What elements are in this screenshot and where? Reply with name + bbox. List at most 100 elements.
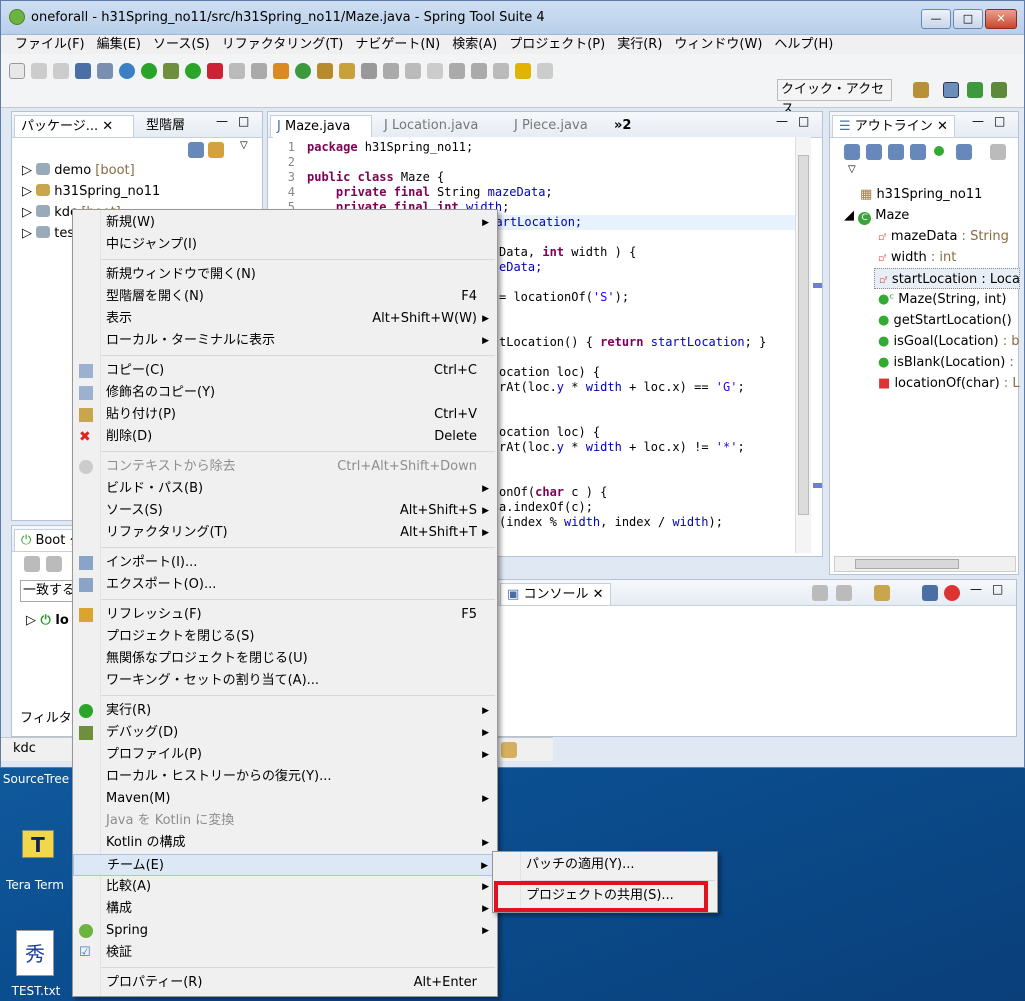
menu-item-refactor[interactable]: リファクタリング(T) Alt+Shift+T ▶ bbox=[73, 522, 497, 544]
menu-item-show-in[interactable]: 表示 Alt+Shift+W(W) ▶ bbox=[73, 308, 497, 330]
maximize-view-icon[interactable]: □ bbox=[238, 114, 249, 128]
tab-maze-java[interactable]: J Maze.java ✕ bbox=[270, 115, 372, 156]
java-perspective-icon[interactable] bbox=[943, 82, 959, 98]
menu-file[interactable]: ファイル(F) bbox=[9, 35, 91, 54]
link-editor-icon[interactable] bbox=[208, 142, 224, 158]
menu-item-debug[interactable]: デバッグ(D) ▶ bbox=[73, 722, 497, 744]
close-button[interactable]: ✕ bbox=[985, 9, 1017, 29]
display-console-icon[interactable] bbox=[836, 585, 852, 601]
close-icon[interactable]: ✕ bbox=[937, 119, 948, 134]
debug-perspective-icon[interactable] bbox=[967, 82, 983, 98]
editor-scrollbar[interactable] bbox=[795, 137, 811, 553]
menu-item-show-in-terminal[interactable]: ローカル・ターミナルに表示 ▶ bbox=[73, 330, 497, 352]
toggle-mark-icon[interactable] bbox=[405, 63, 421, 79]
menu-item-open-type-hierarchy[interactable]: 型階層を開く(N) F4 bbox=[73, 286, 497, 308]
debug-icon[interactable] bbox=[163, 63, 179, 79]
start-icon[interactable] bbox=[24, 556, 40, 572]
menu-navigate[interactable]: ナビゲート(N) bbox=[349, 35, 446, 54]
open-console-icon[interactable] bbox=[874, 585, 890, 601]
menu-refactor[interactable]: リファクタリング(T) bbox=[216, 35, 350, 54]
spring-perspective-icon[interactable] bbox=[991, 82, 1007, 98]
sort-icon[interactable] bbox=[866, 144, 882, 160]
close-icon[interactable]: ✕ bbox=[593, 587, 604, 602]
new-class-icon[interactable] bbox=[295, 63, 311, 79]
scrollbar-thumb[interactable] bbox=[855, 559, 959, 569]
menu-item-configure[interactable]: 構成 ▶ bbox=[73, 898, 497, 920]
tab-location-java[interactable]: J Location.java bbox=[378, 115, 484, 137]
tree-item-tes[interactable]: ▷ tes bbox=[22, 223, 74, 244]
scroll-lock-icon[interactable] bbox=[944, 585, 960, 601]
tab-piece-java[interactable]: J Piece.java bbox=[508, 115, 594, 137]
open-perspective-icon[interactable] bbox=[913, 82, 929, 98]
overview-ruler-marker[interactable] bbox=[813, 483, 822, 488]
save-icon[interactable] bbox=[31, 63, 47, 79]
collapse-all-icon[interactable] bbox=[844, 144, 860, 160]
menu-item-apply-patch[interactable]: パッチの適用(Y)... bbox=[493, 854, 717, 876]
outline-method[interactable]: ■ locationOf(char) : L bbox=[878, 373, 1020, 394]
scrollbar-thumb[interactable] bbox=[798, 155, 809, 515]
menu-item-refresh[interactable]: リフレッシュ(F) F5 bbox=[73, 604, 497, 626]
menu-item-build-path[interactable]: ビルド・パス(B) ▶ bbox=[73, 478, 497, 500]
new-java-project-icon[interactable] bbox=[273, 63, 289, 79]
hide-fields-icon[interactable] bbox=[888, 144, 904, 160]
hide-static-icon[interactable] bbox=[910, 144, 926, 160]
menu-item-export[interactable]: エクスポート(O)... bbox=[73, 574, 497, 596]
view-menu-icon[interactable]: ▽ bbox=[240, 140, 248, 151]
outline-method[interactable]: ● isBlank(Location) : bbox=[878, 352, 1014, 373]
menu-item-new[interactable]: 新規(W) ▶ bbox=[73, 212, 497, 234]
menu-item-restore-history[interactable]: ローカル・ヒストリーからの復元(Y)... bbox=[73, 766, 497, 788]
terminal-icon[interactable] bbox=[75, 63, 91, 79]
external-tools-icon[interactable] bbox=[207, 63, 223, 79]
outline-class[interactable]: ◢ C Maze bbox=[844, 205, 909, 226]
outline-method[interactable]: ● isGoal(Location) : b bbox=[878, 331, 1020, 352]
outline-method[interactable]: ● getStartLocation() bbox=[878, 310, 1012, 331]
stop-icon[interactable] bbox=[229, 63, 245, 79]
forward-icon[interactable] bbox=[537, 63, 553, 79]
menu-edit[interactable]: 編集(E) bbox=[91, 35, 147, 54]
desktop-icon-test-txt[interactable]: TEST.txt bbox=[6, 984, 66, 998]
boot-run-icon[interactable] bbox=[141, 63, 157, 79]
overview-ruler-marker[interactable] bbox=[813, 283, 822, 288]
menu-item-profile[interactable]: プロファイル(P) ▶ bbox=[73, 744, 497, 766]
text-file-icon[interactable]: 秀 bbox=[16, 930, 54, 976]
collapse-all-icon[interactable] bbox=[188, 142, 204, 158]
boot-item[interactable]: ▷ ⏻ lo bbox=[26, 610, 69, 631]
tab-type-hierarchy[interactable]: 型階層 bbox=[140, 115, 191, 137]
minimize-view-icon[interactable]: — bbox=[970, 582, 982, 596]
expand-icon[interactable]: ▽ bbox=[848, 164, 856, 175]
menu-item-run[interactable]: 実行(R) ▶ bbox=[73, 700, 497, 722]
menu-item-properties[interactable]: プロパティー(R) Alt+Enter bbox=[73, 972, 497, 994]
maximize-view-icon[interactable]: □ bbox=[798, 114, 809, 128]
menu-item-import[interactable]: インポート(I)... bbox=[73, 552, 497, 574]
menu-item-compare[interactable]: 比較(A) ▶ bbox=[73, 876, 497, 898]
next-annotation-icon[interactable] bbox=[449, 63, 465, 79]
outline-constructor[interactable]: ●ᶜ Maze(String, int) bbox=[878, 289, 1006, 310]
menu-item-kotlin-config[interactable]: Kotlin の構成 ▶ bbox=[73, 832, 497, 854]
tab-overflow[interactable]: »2 bbox=[608, 115, 637, 137]
desktop-icon-tera-term[interactable]: Tera Term bbox=[0, 878, 70, 892]
menu-item-team[interactable]: チーム(E) ▶ bbox=[73, 854, 497, 876]
desktop-icon-sourcetree[interactable]: SourceTree bbox=[2, 772, 70, 786]
tree-item-h31spring[interactable]: ▷ h31Spring_no11 bbox=[22, 181, 160, 202]
tera-term-icon[interactable]: T bbox=[22, 830, 54, 858]
tree-item-demo[interactable]: ▷ demo [boot] bbox=[22, 160, 135, 181]
menu-project[interactable]: プロジェクト(P) bbox=[503, 35, 611, 54]
search-icon[interactable] bbox=[339, 63, 355, 79]
pilcrow-icon[interactable] bbox=[427, 63, 443, 79]
menu-item-copy[interactable]: コピー(C) Ctrl+C bbox=[73, 360, 497, 382]
menu-source[interactable]: ソース(S) bbox=[147, 35, 216, 54]
coverage-icon[interactable] bbox=[251, 63, 267, 79]
settings-icon[interactable] bbox=[119, 63, 135, 79]
last-edit-icon[interactable] bbox=[493, 63, 509, 79]
pin-console-icon[interactable] bbox=[812, 585, 828, 601]
save-all-icon[interactable] bbox=[53, 63, 69, 79]
open-type-icon[interactable] bbox=[317, 63, 333, 79]
run-icon[interactable] bbox=[185, 63, 201, 79]
progress-icon[interactable] bbox=[501, 742, 517, 758]
menu-item-spring[interactable]: Spring ▶ bbox=[73, 920, 497, 942]
menu-item-assign-working-set[interactable]: ワーキング・セットの割り当て(A)... bbox=[73, 670, 497, 692]
minimize-button[interactable]: — bbox=[921, 9, 951, 29]
hide-local-types-icon[interactable] bbox=[956, 144, 972, 160]
word-wrap-icon[interactable] bbox=[922, 585, 938, 601]
menu-run[interactable]: 実行(R) bbox=[611, 35, 668, 54]
